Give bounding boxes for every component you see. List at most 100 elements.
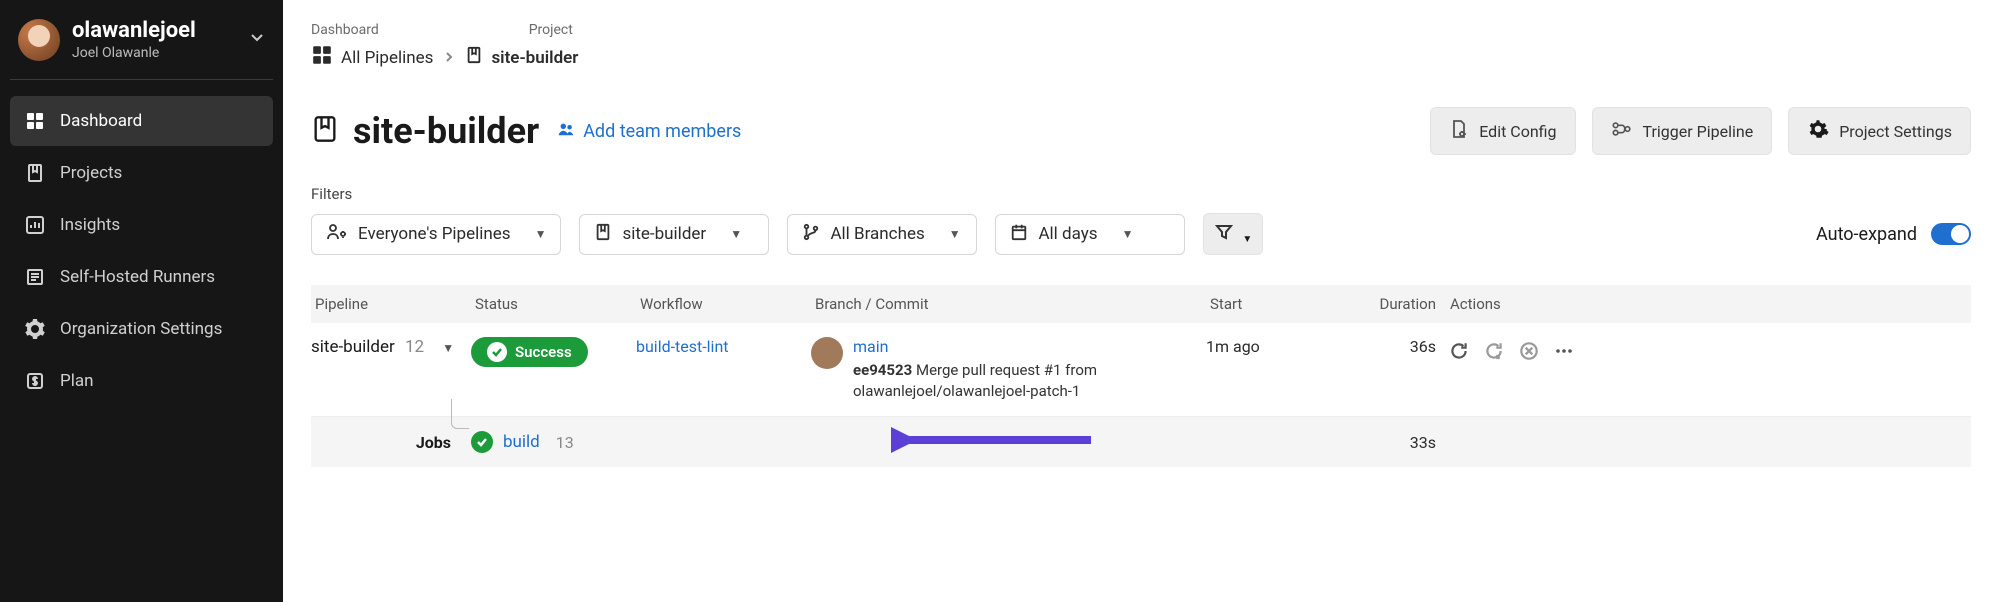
filter-advanced-button[interactable]: ▼ — [1203, 213, 1263, 255]
edit-config-button[interactable]: Edit Config — [1430, 107, 1575, 155]
commit-sha: ee94523 — [853, 361, 912, 379]
grid-icon — [24, 110, 46, 132]
filter-label: site-builder — [622, 224, 706, 244]
col-duration: Duration — [1326, 295, 1446, 313]
status-badge: Success — [471, 337, 588, 367]
jobs-row: Jobs build 13 33s — [311, 417, 1971, 467]
chevron-down-icon — [249, 29, 265, 50]
pipeline-cell[interactable]: site-builder 12 ▼ — [311, 337, 471, 357]
caret-down-icon: ▼ — [949, 227, 961, 241]
user-handle: olawanlejoel — [72, 18, 237, 43]
breadcrumb-label: site-builder — [491, 48, 578, 68]
sidebar-item-insights[interactable]: Insights — [10, 200, 273, 250]
pipeline-number: 12 — [405, 337, 424, 357]
button-label: Edit Config — [1479, 122, 1556, 141]
caret-down-icon[interactable]: ▼ — [442, 341, 454, 355]
user-fullname: Joel Olawanle — [72, 45, 237, 61]
server-icon — [24, 266, 46, 288]
add-team-label: Add team members — [583, 121, 741, 142]
pipeline-name-text: site-builder — [311, 337, 395, 357]
col-actions: Actions — [1446, 295, 1576, 313]
job-link[interactable]: build — [503, 432, 540, 452]
caret-down-icon: ▼ — [1242, 234, 1252, 245]
branch-commit-cell: main ee94523 Merge pull request #1 from … — [811, 337, 1206, 402]
col-workflow: Workflow — [636, 295, 811, 313]
sidebar-nav: Dashboard Projects Insights Self-Hosted … — [10, 96, 273, 406]
user-switcher[interactable]: olawanlejoel Joel Olawanle — [10, 18, 273, 80]
filter-label: All Branches — [830, 224, 924, 244]
branch-link[interactable]: main — [853, 337, 888, 356]
sidebar-item-projects[interactable]: Projects — [10, 148, 273, 198]
pipelines-table: Pipeline Status Workflow Branch / Commit… — [311, 285, 1971, 467]
sidebar-item-dashboard[interactable]: Dashboard — [10, 96, 273, 146]
sidebar-item-label: Organization Settings — [60, 319, 222, 339]
bookmark-icon — [311, 110, 339, 152]
sidebar: olawanlejoel Joel Olawanle Dashboard Pro… — [0, 0, 283, 602]
breadcrumb-all-pipelines[interactable]: All Pipelines — [311, 44, 433, 71]
bookmark-icon — [465, 46, 483, 69]
crumb-label-dashboard: Dashboard — [311, 22, 379, 38]
sidebar-item-label: Plan — [60, 371, 94, 391]
filter-project[interactable]: site-builder ▼ — [579, 214, 769, 255]
main-content: Dashboard Project All Pipelines site-bui… — [283, 0, 1999, 602]
filters-row: Everyone's Pipelines ▼ site-builder ▼ Al… — [311, 213, 1971, 255]
table-row: site-builder 12 ▼ Success build-test-lin… — [311, 323, 1971, 417]
people-gear-icon — [326, 223, 348, 246]
row-actions — [1446, 337, 1576, 365]
commit-avatar — [811, 337, 843, 369]
bookmark-icon — [594, 223, 612, 246]
workflow-link[interactable]: build-test-lint — [636, 337, 729, 356]
auto-expand-label: Auto-expand — [1816, 224, 1917, 245]
status-text: Success — [515, 343, 572, 361]
gear-icon — [1807, 118, 1829, 144]
more-button[interactable] — [1551, 337, 1576, 365]
branch-icon — [802, 223, 820, 246]
filter-days[interactable]: All days ▼ — [995, 214, 1185, 255]
file-gear-icon — [1449, 119, 1469, 143]
chart-icon — [24, 214, 46, 236]
breadcrumb-labels: Dashboard Project — [311, 22, 1971, 38]
sidebar-item-org-settings[interactable]: Organization Settings — [10, 304, 273, 354]
caret-down-icon: ▼ — [1122, 227, 1134, 241]
project-title: site-builder — [311, 110, 539, 152]
trigger-pipeline-button[interactable]: Trigger Pipeline — [1592, 107, 1773, 155]
pipeline-icon — [1611, 119, 1633, 143]
title-row: site-builder Add team members Edit Confi… — [311, 107, 1971, 155]
cancel-button[interactable] — [1516, 337, 1541, 365]
filter-label: Everyone's Pipelines — [358, 224, 511, 244]
breadcrumb-project[interactable]: site-builder — [465, 46, 578, 69]
filter-branches[interactable]: All Branches ▼ — [787, 214, 977, 255]
breadcrumb-label: All Pipelines — [341, 48, 433, 68]
check-circle-icon — [487, 342, 507, 362]
annotation-arrow-icon — [891, 425, 1091, 459]
sidebar-item-runners[interactable]: Self-Hosted Runners — [10, 252, 273, 302]
job-duration: 33s — [1326, 433, 1446, 452]
table-header: Pipeline Status Workflow Branch / Commit… — [311, 285, 1971, 323]
breadcrumb: All Pipelines site-builder — [311, 44, 1971, 71]
job-number: 13 — [556, 433, 574, 452]
caret-down-icon: ▼ — [535, 227, 547, 241]
sidebar-item-plan[interactable]: Plan — [10, 356, 273, 406]
rerun-failed-button[interactable] — [1481, 337, 1506, 365]
duration: 36s — [1326, 337, 1446, 356]
tree-connector — [451, 399, 469, 429]
add-team-link[interactable]: Add team members — [557, 120, 741, 143]
filter-pipelines[interactable]: Everyone's Pipelines ▼ — [311, 214, 561, 255]
col-start: Start — [1206, 295, 1326, 313]
funnel-icon — [1214, 227, 1234, 246]
sidebar-item-label: Projects — [60, 163, 122, 183]
project-settings-button[interactable]: Project Settings — [1788, 107, 1971, 155]
dollar-icon — [24, 370, 46, 392]
gear-icon — [24, 318, 46, 340]
chevron-right-icon — [443, 48, 455, 68]
rerun-button[interactable] — [1446, 337, 1471, 365]
sidebar-item-label: Insights — [60, 215, 120, 235]
col-branch: Branch / Commit — [811, 295, 1206, 313]
button-label: Trigger Pipeline — [1643, 122, 1754, 141]
people-icon — [557, 120, 575, 143]
auto-expand-toggle[interactable] — [1931, 223, 1971, 245]
sidebar-item-label: Self-Hosted Runners — [60, 267, 215, 287]
button-label: Project Settings — [1839, 122, 1952, 141]
bookmark-icon — [24, 162, 46, 184]
filter-label: All days — [1038, 224, 1097, 244]
